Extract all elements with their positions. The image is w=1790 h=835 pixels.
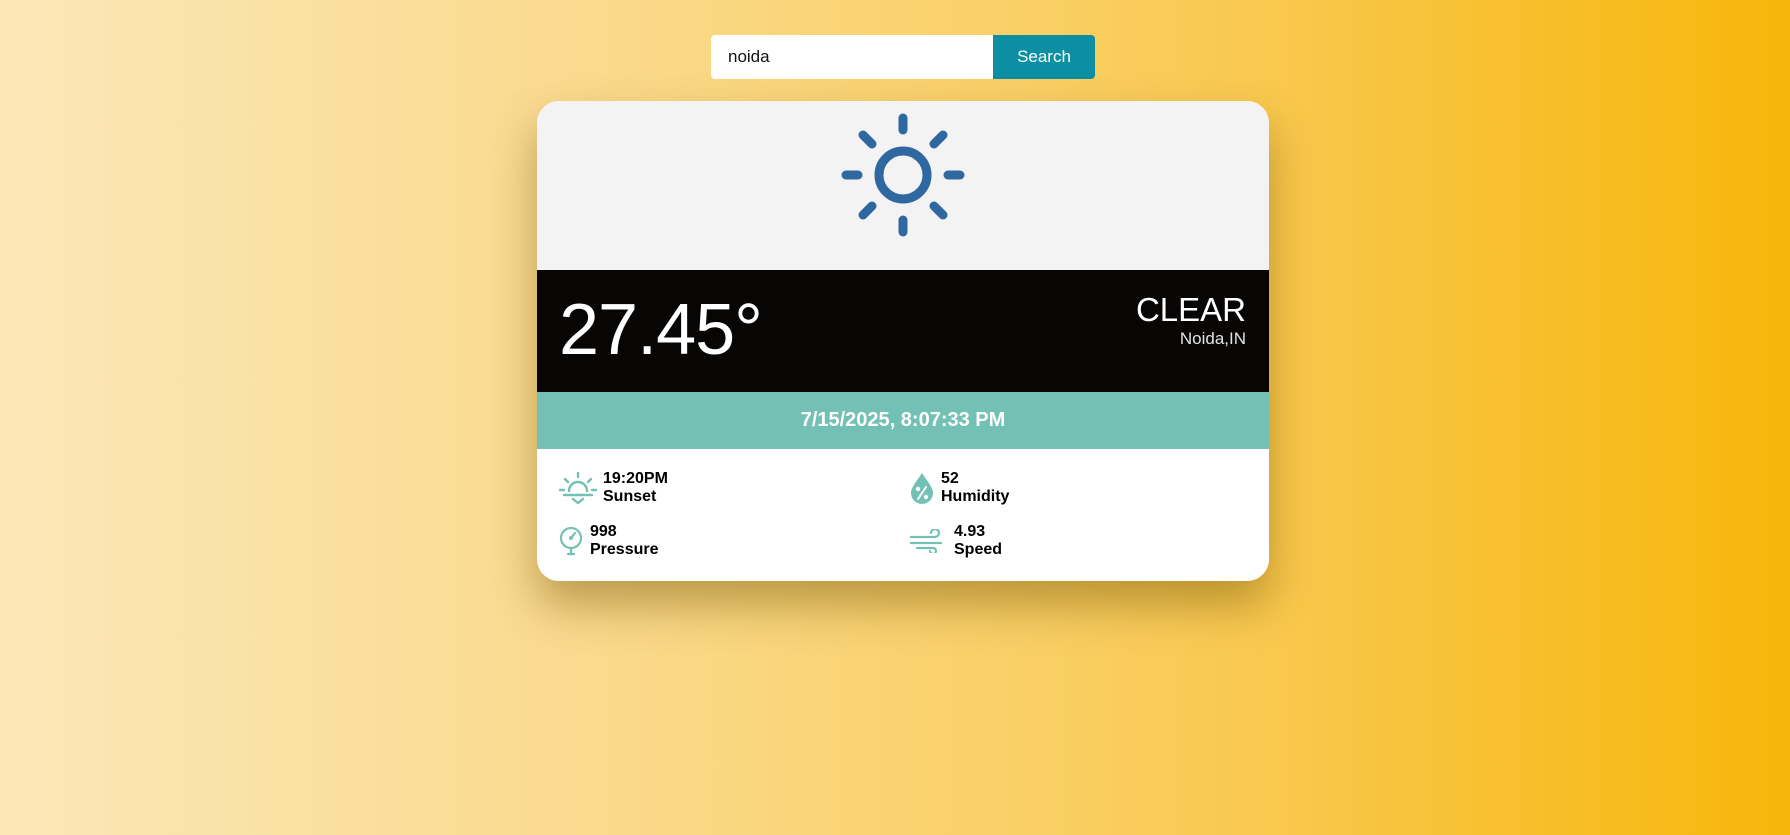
- search-button[interactable]: Search: [993, 35, 1095, 79]
- pressure-value: 998: [590, 523, 617, 540]
- pressure-gauge-icon: [559, 526, 583, 556]
- humidity-label: Humidity: [941, 488, 1010, 505]
- temperature: 27.45°: [559, 290, 763, 370]
- speed-value: 4.93: [954, 523, 986, 540]
- weather-condition: CLEAR: [1135, 291, 1246, 328]
- sunset-value: 19:20PM: [603, 470, 668, 487]
- pressure-label: Pressure: [590, 541, 659, 558]
- humidity-value: 52: [941, 470, 959, 487]
- weather-details: 19:20PM Sunset 52 Humidity 998 Pressure …: [537, 449, 1269, 581]
- weather-icon-area: [537, 101, 1269, 270]
- search-input[interactable]: [711, 35, 993, 79]
- sunset-detail: 19:20PM Sunset: [559, 470, 668, 506]
- speed-detail: 4.93 Speed: [909, 523, 1002, 559]
- sunset-label: Sunset: [603, 488, 657, 505]
- humidity-detail: 52 Humidity: [909, 470, 1009, 506]
- humidity-icon: [909, 472, 935, 504]
- date-time-band: 7/15/2025, 8:07:33 PM: [537, 392, 1269, 449]
- weather-card: 27.45° CLEAR Noida,IN 7/15/2025, 8:07:33…: [537, 101, 1269, 581]
- wind-icon: [909, 529, 945, 553]
- search-bar: Search: [711, 35, 1095, 79]
- sunset-icon: [559, 471, 597, 505]
- date-time: 7/15/2025, 8:07:33 PM: [800, 409, 1006, 431]
- speed-label: Speed: [954, 541, 1003, 558]
- temperature-band: 27.45° CLEAR Noida,IN: [537, 270, 1269, 392]
- sun-icon: [841, 113, 965, 237]
- pressure-detail: 998 Pressure: [559, 523, 659, 559]
- location: Noida,IN: [1179, 329, 1246, 348]
